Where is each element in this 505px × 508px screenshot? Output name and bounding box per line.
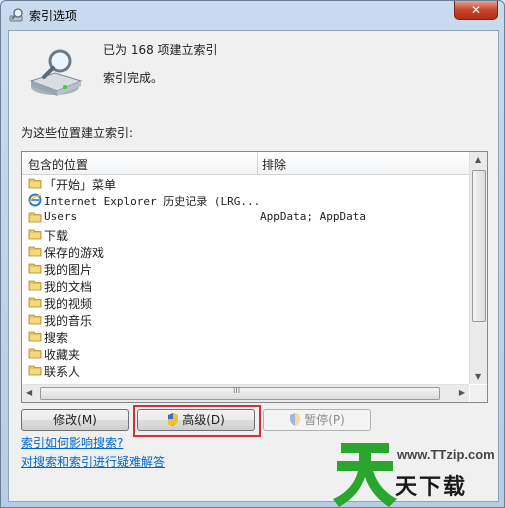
- location-name: 保存的游戏: [44, 246, 105, 260]
- scroll-left-icon[interactable]: ◀: [26, 388, 32, 397]
- location-name: 我的音乐: [44, 314, 93, 328]
- list-item[interactable]: Internet Explorer 历史记录 (LRG...: [22, 192, 469, 209]
- list-header: 包含的位置 排除: [22, 152, 469, 175]
- vertical-scrollbar[interactable]: ▲ ▼: [469, 152, 487, 384]
- scroll-right-icon[interactable]: ▶: [459, 388, 465, 397]
- folder-icon: [28, 331, 42, 342]
- location-name: Users: [44, 210, 78, 223]
- column-header-excluded[interactable]: 排除: [262, 156, 286, 173]
- location-name: 我的视频: [44, 297, 93, 311]
- folder-icon: [28, 212, 42, 223]
- list-item[interactable]: 联系人: [22, 362, 469, 379]
- column-header-included[interactable]: 包含的位置: [28, 156, 88, 173]
- indexed-locations-list[interactable]: 包含的位置 排除 「开始」菜单 Internet Explorer 历史记录 (L…: [21, 151, 488, 403]
- folder-icon: [28, 280, 42, 291]
- folder-icon: [28, 229, 42, 240]
- indexing-options-window: 索引选项 ✕ 已为 168 项建立索引 索引完成。 为这些位置建立索引: 包含的…: [0, 0, 505, 508]
- list-item[interactable]: 我的视频: [22, 294, 469, 311]
- column-divider[interactable]: [257, 152, 258, 174]
- folder-icon: [28, 314, 42, 325]
- folder-icon: [28, 246, 42, 257]
- locations-label: 为这些位置建立索引:: [21, 126, 134, 140]
- list-item[interactable]: Users AppData; AppData: [22, 209, 469, 226]
- location-name: Internet Explorer 历史记录 (LRG...: [44, 195, 261, 208]
- list-item[interactable]: 我的音乐: [22, 311, 469, 328]
- uac-shield-icon: [168, 413, 179, 426]
- dialog-body: 已为 168 项建立索引 索引完成。 为这些位置建立索引: 包含的位置 排除 「…: [8, 30, 499, 502]
- scroll-grip: III: [233, 386, 241, 395]
- ttzip-logo-icon: [333, 443, 397, 507]
- folder-icon: [28, 297, 42, 308]
- scroll-down-icon[interactable]: ▼: [475, 372, 481, 381]
- list-item[interactable]: 「开始」菜单: [22, 175, 469, 192]
- pause-button-label: 暂停(P): [304, 413, 345, 427]
- troubleshoot-search-link[interactable]: 对搜索和索引进行疑难解答: [21, 453, 165, 470]
- list-item[interactable]: 下载: [22, 226, 469, 243]
- folder-icon: [28, 263, 42, 274]
- pause-button[interactable]: 暂停(P): [263, 409, 371, 431]
- horizontal-scroll-thumb[interactable]: III: [40, 386, 440, 400]
- advanced-button-label: 高级(D): [182, 413, 225, 427]
- how-indexing-affects-search-link[interactable]: 索引如何影响搜索?: [21, 434, 123, 451]
- list-item[interactable]: 我的图片: [22, 260, 469, 277]
- modify-button[interactable]: 修改(M): [21, 409, 129, 431]
- location-name: 我的图片: [44, 263, 93, 277]
- folder-icon: [28, 348, 42, 359]
- location-name: 下载: [44, 229, 69, 243]
- location-name: 收藏夹: [44, 348, 81, 362]
- list-item[interactable]: 保存的游戏: [22, 243, 469, 260]
- list-item[interactable]: 我的文档: [22, 277, 469, 294]
- indexed-count-text: 已为 168 项建立索引: [103, 43, 218, 57]
- scroll-up-icon[interactable]: ▲: [475, 155, 481, 164]
- horizontal-scrollbar[interactable]: ◀ III ▶: [22, 384, 469, 402]
- location-name: 联系人: [44, 365, 81, 379]
- advanced-button[interactable]: 高级(D): [137, 409, 255, 431]
- location-name: 我的文档: [44, 280, 93, 294]
- list-item[interactable]: 搜索: [22, 328, 469, 345]
- location-name: 「开始」菜单: [44, 178, 117, 192]
- indexing-drive-icon: [29, 49, 83, 96]
- watermark-url: www.TTzip.com: [397, 447, 495, 462]
- watermark-text: 天下载: [395, 475, 468, 500]
- uac-shield-icon: [290, 413, 301, 426]
- vertical-scroll-thumb[interactable]: [472, 170, 486, 322]
- indexing-status-text: 索引完成。: [103, 71, 164, 85]
- location-name: 搜索: [44, 331, 69, 345]
- title-bar[interactable]: 索引选项 ✕: [1, 1, 504, 29]
- window-title: 索引选项: [29, 9, 78, 23]
- ie-icon: [28, 193, 42, 207]
- scroll-corner: [470, 385, 487, 402]
- list-item[interactable]: 收藏夹: [22, 345, 469, 362]
- list-body: 「开始」菜单 Internet Explorer 历史记录 (LRG... User…: [22, 175, 469, 385]
- magnifier-drive-icon: [9, 8, 23, 22]
- folder-icon: [28, 365, 42, 376]
- location-exclusions: AppData; AppData: [260, 210, 366, 223]
- ttzip-watermark: www.TTzip.com 天下载: [331, 433, 501, 507]
- close-button[interactable]: ✕: [454, 1, 498, 20]
- folder-icon: [28, 178, 42, 189]
